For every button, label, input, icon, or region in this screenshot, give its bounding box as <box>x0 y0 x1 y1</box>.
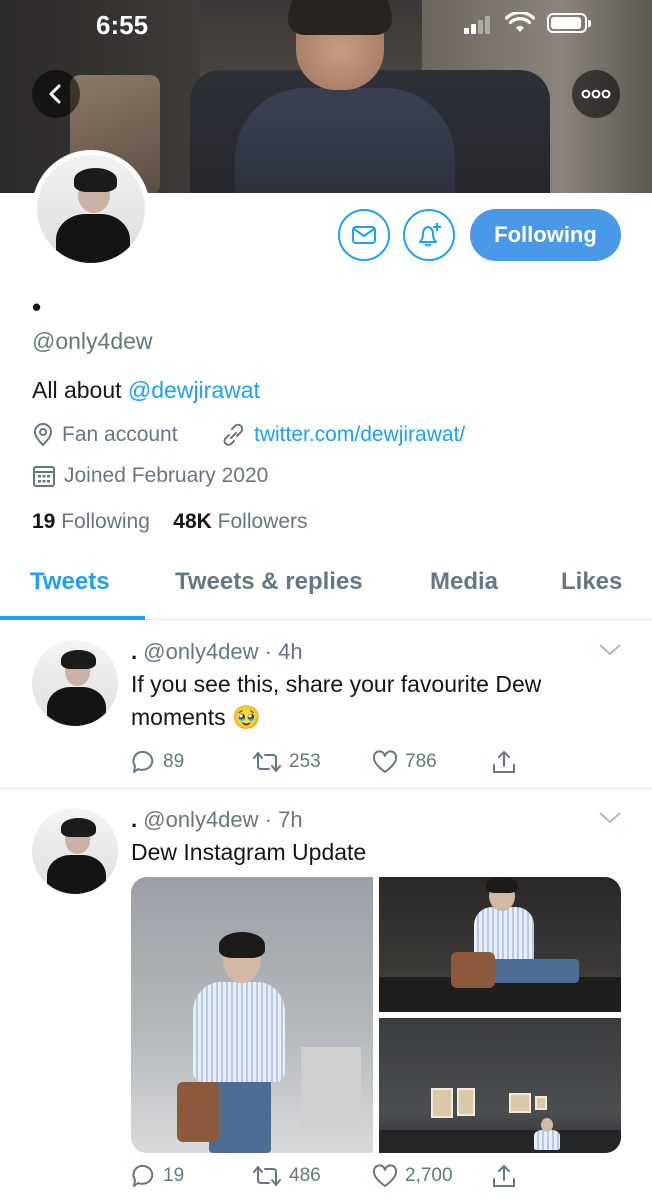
back-button[interactable] <box>32 70 80 118</box>
wifi-icon <box>505 12 535 32</box>
like-button[interactable]: 2,700 <box>371 1163 491 1189</box>
like-button[interactable]: 786 <box>371 749 491 775</box>
banner-person <box>235 88 455 193</box>
retweet-icon <box>253 752 281 772</box>
tweet-text-end: moments <box>131 704 226 730</box>
mail-icon <box>352 226 376 244</box>
reply-count: 19 <box>163 1165 185 1186</box>
following-count: 19 <box>32 510 56 533</box>
retweet-count: 486 <box>289 1165 321 1186</box>
reply-count: 89 <box>163 751 185 772</box>
notifications-button[interactable] <box>403 209 455 261</box>
retweet-button[interactable]: 253 <box>251 750 371 774</box>
media-photo[interactable] <box>379 1018 621 1153</box>
share-button[interactable] <box>491 1163 523 1189</box>
followers-count: 48K <box>173 510 212 533</box>
cellular-signal-icon <box>464 16 490 34</box>
display-name: • <box>32 292 42 322</box>
tweet-author-name: . <box>131 807 138 832</box>
profile-tabs: Tweets Tweets & replies Media Likes <box>0 548 652 620</box>
profile-bio: All about @dewjirawat <box>32 377 260 404</box>
tweet-text-line-2: moments 🥹 <box>131 701 621 734</box>
tweet-actions: 19 486 2,700 <box>131 1163 523 1189</box>
reply-button[interactable]: 89 <box>131 749 251 775</box>
tweet-author-name: . <box>131 639 138 664</box>
profile-avatar[interactable] <box>32 150 150 268</box>
like-icon <box>372 750 398 773</box>
share-icon <box>493 751 515 773</box>
profile-handle: @only4dew <box>32 328 153 354</box>
following-label: Following <box>61 510 150 533</box>
tweet-avatar[interactable] <box>32 640 118 726</box>
joined-text: Joined February 2020 <box>64 464 269 487</box>
share-icon <box>493 1165 515 1187</box>
retweet-button[interactable]: 486 <box>251 1164 371 1188</box>
tweet-author-handle: @only4dew <box>143 807 259 832</box>
link-icon <box>223 423 244 446</box>
pleading-face-emoji: 🥹 <box>231 704 261 730</box>
reply-button[interactable]: 19 <box>131 1163 251 1189</box>
tweet-header: . @only4dew · 7h <box>131 807 303 832</box>
profile-website[interactable]: twitter.com/dewjirawat/ <box>220 420 465 450</box>
profile-joined-date: Joined February 2020 <box>32 461 268 491</box>
tweet-text-line: If you see this, share your favourite De… <box>131 671 542 697</box>
status-bar: 6:55 <box>0 0 652 48</box>
tab-likes[interactable]: Likes <box>561 568 622 596</box>
tab-tweets[interactable]: Tweets <box>30 568 110 596</box>
tweet-text: If you see this, share your favourite De… <box>131 668 621 734</box>
chevron-down-icon[interactable] <box>598 811 622 825</box>
tweet-media-grid <box>131 877 621 1153</box>
following-button[interactable]: Following <box>470 209 621 261</box>
location-pin-icon <box>33 423 53 447</box>
tweet-text: Dew Instagram Update <box>131 839 367 865</box>
tab-tweets-replies[interactable]: Tweets & replies <box>175 568 363 596</box>
website-link[interactable]: twitter.com/dewjirawat/ <box>254 423 465 447</box>
followers-label: Followers <box>217 510 308 533</box>
followers-count-link[interactable]: 48K Followers <box>173 510 307 533</box>
bio-mention-link[interactable]: @dewjirawat <box>128 377 260 403</box>
tweet-time: 4h <box>278 639 303 664</box>
avatar-image <box>37 155 145 263</box>
media-photo[interactable] <box>131 877 373 1153</box>
retweet-count: 253 <box>289 751 321 772</box>
message-button[interactable] <box>338 209 390 261</box>
share-button[interactable] <box>491 749 523 775</box>
active-tab-indicator <box>0 616 145 620</box>
tweet-author-handle: @only4dew <box>143 639 259 664</box>
more-icon <box>581 89 611 99</box>
tweet-avatar[interactable] <box>32 808 118 894</box>
tweet-header: . @only4dew · 4h <box>131 639 303 664</box>
media-photo[interactable] <box>379 877 621 1012</box>
like-count: 786 <box>405 751 437 772</box>
like-icon <box>372 1164 398 1187</box>
location-text: Fan account <box>62 423 178 446</box>
following-count-link[interactable]: 19 Following <box>32 510 150 533</box>
more-options-button[interactable] <box>572 70 620 118</box>
status-time: 6:55 <box>96 10 149 40</box>
like-count: 2,700 <box>405 1165 453 1186</box>
bio-text: All about <box>32 377 128 403</box>
bell-plus-icon <box>419 223 441 247</box>
reply-icon <box>132 750 154 773</box>
tweet[interactable]: . @only4dew · 4h If you see this, share … <box>0 621 652 789</box>
tweet-time: 7h <box>278 807 303 832</box>
retweet-icon <box>253 1166 281 1186</box>
reply-icon <box>132 1164 154 1187</box>
profile-location: Fan account <box>32 420 178 450</box>
follow-stats: 19 Following 48K Followers <box>32 510 308 534</box>
calendar-icon <box>33 466 55 487</box>
battery-icon <box>547 13 591 33</box>
tweet[interactable]: . @only4dew · 7h Dew Instagram Update 19… <box>0 790 652 1200</box>
chevron-down-icon[interactable] <box>598 643 622 657</box>
back-arrow-icon <box>49 84 61 104</box>
tab-media[interactable]: Media <box>430 568 498 596</box>
tweet-actions: 89 253 786 <box>131 749 523 775</box>
